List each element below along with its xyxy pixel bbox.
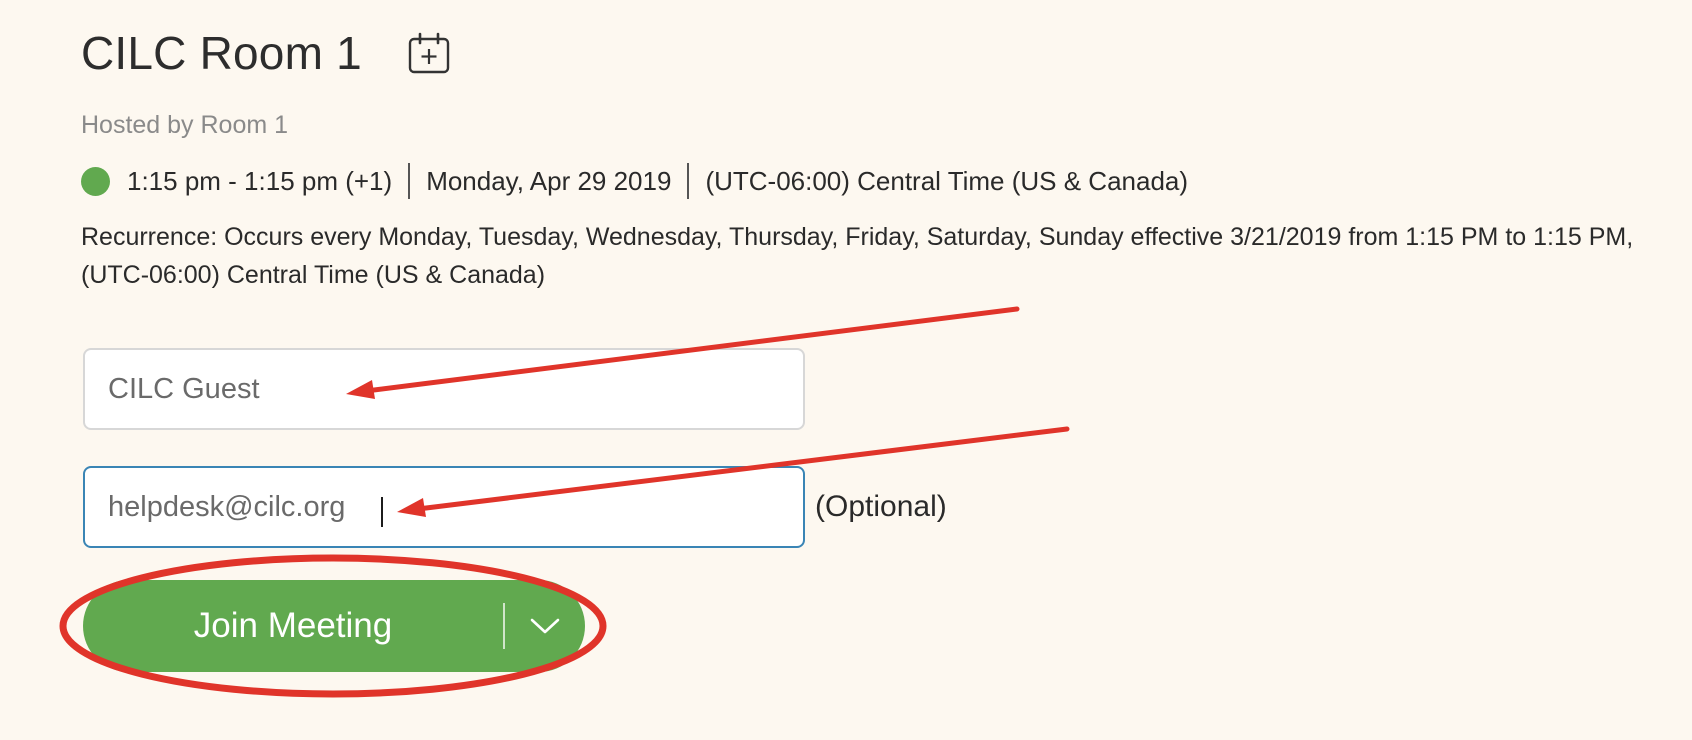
- join-options-dropdown[interactable]: [505, 617, 585, 635]
- name-input[interactable]: [83, 348, 805, 430]
- status-dot-icon: [81, 166, 110, 196]
- divider: [408, 163, 411, 199]
- divider: [687, 163, 690, 199]
- calendar-plus-icon[interactable]: [408, 32, 450, 74]
- meeting-join-page: CILC Room 1 Hosted by Room 1 1:15 pm - 1…: [0, 0, 1692, 740]
- title-row: CILC Room 1: [81, 26, 450, 80]
- join-meeting-label: Join Meeting: [193, 606, 393, 645]
- meeting-timezone: (UTC-06:00) Central Time (US & Canada): [705, 165, 1189, 196]
- host-label: Hosted by Room 1: [81, 111, 289, 139]
- meeting-time: 1:15 pm - 1:15 pm (+1): [127, 165, 393, 196]
- meeting-date: Monday, Apr 29 2019: [426, 165, 672, 196]
- meeting-time-row: 1:15 pm - 1:15 pm (+1) Monday, Apr 29 20…: [81, 163, 1188, 199]
- optional-label: (Optional): [815, 490, 947, 523]
- meeting-title: CILC Room 1: [81, 27, 362, 79]
- recurrence-text: Recurrence: Occurs every Monday, Tuesday…: [81, 223, 1634, 289]
- email-input[interactable]: [83, 466, 805, 548]
- chevron-down-icon: [530, 618, 560, 634]
- join-meeting-button[interactable]: Join Meeting: [83, 580, 585, 672]
